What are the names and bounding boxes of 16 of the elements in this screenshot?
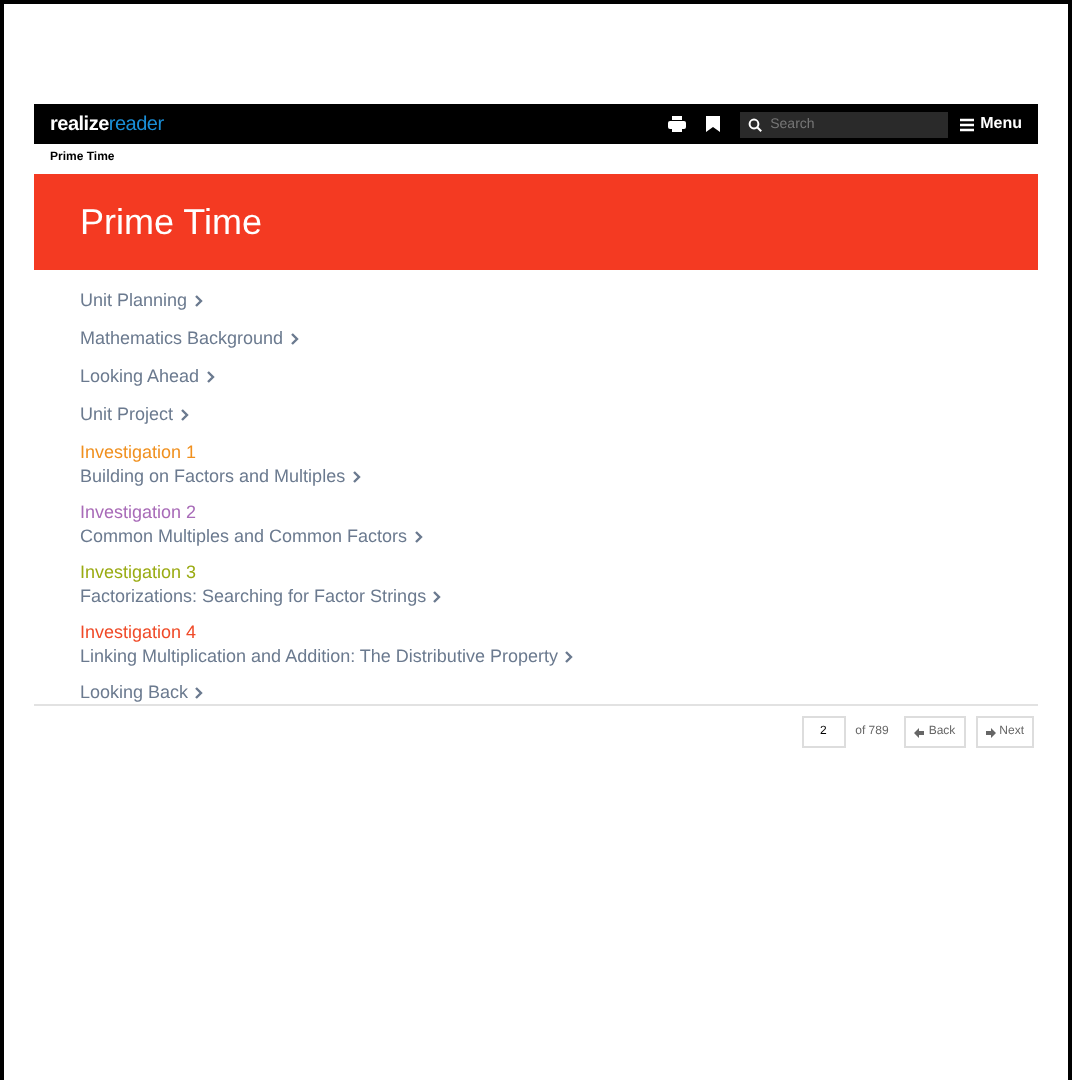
investigation-heading: Investigation 3 — [80, 560, 199, 584]
toc-link[interactable]: Factorizations: Searching for Factor Strings — [80, 584, 992, 608]
page-title: Prime Time — [80, 199, 263, 245]
toc-link[interactable]: Unit Planning — [80, 288, 992, 314]
toc-link[interactable]: Common Multiples and Common Factors — [80, 524, 992, 548]
toc-link[interactable]: Looking Back — [80, 680, 992, 706]
toc-link[interactable]: Mathematics Background — [80, 326, 992, 352]
logo[interactable]: realizereader — [50, 109, 164, 139]
investigation-heading: Investigation 2 — [80, 500, 199, 524]
menu-button[interactable]: Menu — [960, 112, 1022, 136]
toc-link[interactable]: Building on Factors and Multiples — [80, 464, 992, 488]
investigation-heading: Investigation 1 — [80, 440, 199, 464]
toc-link[interactable]: Linking Multiplication and Addition: The Distributive Property — [80, 644, 992, 668]
toc-link[interactable]: Looking Ahead — [80, 364, 992, 390]
toc-link[interactable]: Unit Project — [80, 402, 992, 428]
investigation-heading: Investigation 4 — [80, 620, 199, 644]
